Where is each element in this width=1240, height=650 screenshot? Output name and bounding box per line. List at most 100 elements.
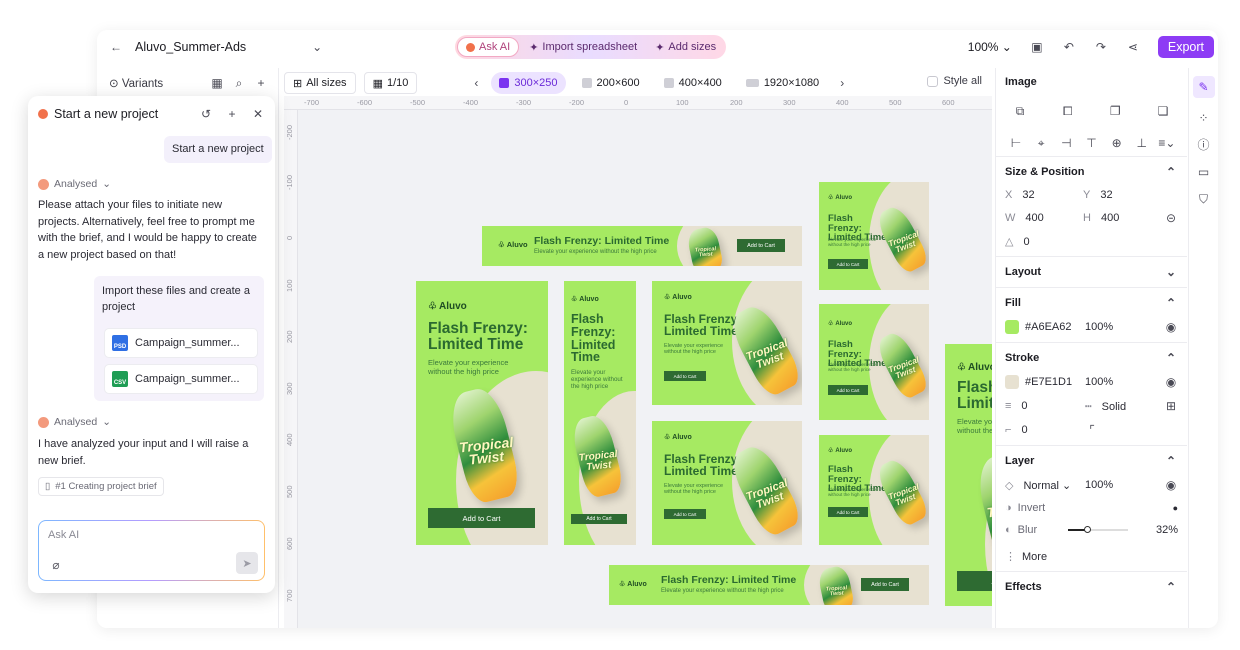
width-field[interactable]: W 400 xyxy=(1005,212,1083,224)
size-tab-1920x1080[interactable]: 1920×1080 xyxy=(738,72,827,94)
align-bottom-icon[interactable]: ⊥ xyxy=(1135,136,1149,150)
ad-banner-bottom[interactable]: ♧ Aluvo Flash Frenzy: Limited Time Eleva… xyxy=(609,565,929,605)
stroke-style-field[interactable]: ┅ Solid xyxy=(1085,400,1164,413)
border-sides-icon[interactable]: ⊞ xyxy=(1164,399,1178,413)
align-left-icon[interactable]: ⊢ xyxy=(1009,136,1023,150)
more-button[interactable]: ⋮ More xyxy=(1005,550,1047,563)
analysed-status[interactable]: Analysed ⌄ xyxy=(38,178,111,190)
independent-corners-icon[interactable]: ⌜ xyxy=(1085,423,1099,437)
blur-option[interactable]: ◐ Blur xyxy=(1005,524,1128,536)
shield-icon[interactable]: ⛉ xyxy=(1197,192,1211,206)
chevron-up-icon[interactable]: ⌃ xyxy=(1164,165,1178,179)
style-all-checkbox[interactable] xyxy=(927,75,939,87)
info-icon[interactable]: ⓘ xyxy=(1197,138,1211,152)
align-right-icon[interactable]: ⊣ xyxy=(1059,136,1073,150)
height-field[interactable]: H 400 xyxy=(1083,212,1119,224)
chevron-up-icon[interactable]: ⌃ xyxy=(1164,454,1178,468)
stroke-opacity[interactable]: 100% xyxy=(1085,376,1164,388)
share-icon[interactable]: ⋖ xyxy=(1126,40,1140,54)
send-to-back-icon[interactable]: ❏ xyxy=(1156,104,1170,118)
size-tab-400x400[interactable]: 400×400 xyxy=(656,72,730,94)
ask-ai-placeholder: Ask AI xyxy=(48,529,80,541)
send-button[interactable]: ➤ xyxy=(236,552,258,574)
fill-swatch[interactable] xyxy=(1005,320,1019,334)
chevron-up-icon[interactable]: ⌃ xyxy=(1164,351,1178,365)
rotation-field[interactable]: △ 0 xyxy=(1005,235,1030,248)
grid-icon[interactable]: ▦ xyxy=(210,76,224,90)
stroke-color-field[interactable]: #E7E1D1 xyxy=(1005,375,1085,389)
align-top-icon[interactable]: ⊤ xyxy=(1084,136,1098,150)
file-attachment[interactable]: PSD Campaign_summer... xyxy=(104,328,258,358)
export-button[interactable]: Export xyxy=(1157,36,1214,58)
ad-small-square[interactable]: ♧ Aluvo Flash Frenzy: Limited Time Eleva… xyxy=(819,182,929,290)
chevron-down-icon[interactable]: ⌄ xyxy=(310,40,324,54)
stroke-swatch[interactable] xyxy=(1005,375,1019,389)
ad-small-square[interactable]: ♧ Aluvo Flash Frenzy: Limited Time Eleva… xyxy=(819,435,929,545)
arrow-left-icon[interactable]: ← xyxy=(109,40,123,54)
ad-small-square[interactable]: ♧ Aluvo Flash Frenzy: Limited Time Eleva… xyxy=(819,304,929,420)
search-icon[interactable]: ⌕ xyxy=(232,76,246,90)
chevron-up-icon[interactable]: ⌃ xyxy=(1164,580,1178,594)
eye-icon[interactable]: ◉ xyxy=(1164,320,1178,334)
size-tab-200x600[interactable]: 200×600 xyxy=(574,72,648,94)
comment-icon[interactable]: ▭ xyxy=(1197,165,1211,179)
close-icon[interactable]: ✕ xyxy=(251,107,265,121)
chevron-right-icon[interactable]: › xyxy=(835,76,849,90)
analysed-status[interactable]: Analysed ⌄ xyxy=(38,416,111,428)
edit-icon[interactable]: ✎ xyxy=(1192,76,1215,98)
ad-medium-rectangle[interactable]: ♧ Aluvo Flash Frenzy: Limited Time Eleva… xyxy=(652,421,802,545)
ad-half-page[interactable]: ♧ Aluvo Flash Frenzy: Limited Time Elevat… xyxy=(416,281,548,545)
blend-mode-select[interactable]: ◇ Normal ⌄ xyxy=(1005,479,1085,492)
eye-icon[interactable]: ◉ xyxy=(1164,375,1178,389)
layer-opacity[interactable]: 100% xyxy=(1085,479,1164,491)
stroke-width-field[interactable]: ≡ 0 xyxy=(1005,400,1085,412)
fill-color-field[interactable]: #A6EA62 xyxy=(1005,320,1085,334)
size-tab-300x250[interactable]: 300×250 xyxy=(491,72,566,94)
brief-chip[interactable]: ▯ #1 Creating project brief xyxy=(38,477,164,496)
save-icon[interactable]: ▣ xyxy=(1030,40,1044,54)
add-sizes-button[interactable]: ✦ Add sizes xyxy=(647,37,724,57)
chevron-left-icon[interactable]: ‹ xyxy=(469,76,483,90)
invert-option[interactable]: ◑ Invert xyxy=(1005,502,1045,514)
eye-icon[interactable]: ◉ xyxy=(1164,478,1178,492)
variants-header[interactable]: ⊙ Variants xyxy=(109,76,163,90)
import-spreadsheet-button[interactable]: ✦ Import spreadsheet xyxy=(521,37,645,57)
bring-forward-icon[interactable]: ⧉ xyxy=(1013,104,1027,118)
file-attachment[interactable]: CSV Campaign_summer... xyxy=(104,364,258,394)
ask-ai-input[interactable]: Ask AI ⌀ ➤ xyxy=(38,520,265,581)
components-icon[interactable]: ⁘ xyxy=(1197,111,1211,125)
document-name[interactable]: Aluvo_Summer-Ads xyxy=(135,40,246,54)
ad-skyscraper[interactable]: ♧ Aluvo Flash Frenzy: Limited Time Eleva… xyxy=(564,281,636,545)
brand-text: Aluvo xyxy=(967,362,992,373)
send-backward-icon[interactable]: ⧠ xyxy=(1061,104,1075,118)
corner-radius-field[interactable]: ⌐ 0 xyxy=(1005,424,1085,436)
bring-to-front-icon[interactable]: ❐ xyxy=(1108,104,1122,118)
x-field[interactable]: X 32 xyxy=(1005,189,1083,201)
ad-medium-rectangle[interactable]: ♧ Aluvo Flash Frenzy: Limited Time Eleva… xyxy=(652,281,802,405)
all-sizes-button[interactable]: ⊞ All sizes xyxy=(284,72,356,94)
add-icon[interactable]: + xyxy=(254,76,268,90)
design-canvas[interactable]: -700 -600 -500 -400 -300 -200 0 100 200 … xyxy=(284,96,992,628)
distribute-icon[interactable]: ≡⌄ xyxy=(1158,136,1175,150)
undo-icon[interactable]: ↶ xyxy=(1062,40,1076,54)
style-all-toggle[interactable]: Style all xyxy=(927,75,982,87)
chevron-down-icon[interactable]: ⌄ xyxy=(1164,265,1178,279)
link-proportions-icon[interactable]: ⊝ xyxy=(1164,211,1178,225)
fill-opacity[interactable]: 100% xyxy=(1085,321,1164,333)
ask-ai-button[interactable]: Ask AI xyxy=(457,37,520,57)
paperclip-icon[interactable]: ⌀ xyxy=(49,558,63,572)
redo-icon[interactable]: ↷ xyxy=(1094,40,1108,54)
align-center-h-icon[interactable]: ⌖ xyxy=(1034,136,1048,150)
ad-tall-right[interactable]: ♧ Aluvo Flash Frenzy:Limited Time Elevat… xyxy=(945,344,992,606)
zoom-select[interactable]: 100% ⌄ xyxy=(968,40,1012,54)
new-chat-icon[interactable]: + xyxy=(225,107,239,121)
y-field[interactable]: Y 32 xyxy=(1083,189,1113,201)
blur-slider[interactable] xyxy=(1067,526,1128,533)
page-counter[interactable]: ▦ 1/10 xyxy=(363,72,418,94)
chevron-up-icon[interactable]: ⌃ xyxy=(1164,296,1178,310)
align-center-v-icon[interactable]: ⊕ xyxy=(1110,136,1124,150)
history-icon[interactable]: ↺ xyxy=(199,107,213,121)
invert-dot-icon[interactable]: ● xyxy=(1173,503,1178,513)
ad-banner-leaderboard[interactable]: ♧ Aluvo Flash Frenzy: Limited Time Eleva… xyxy=(482,226,802,266)
ruler-tick: 300 xyxy=(285,382,294,395)
